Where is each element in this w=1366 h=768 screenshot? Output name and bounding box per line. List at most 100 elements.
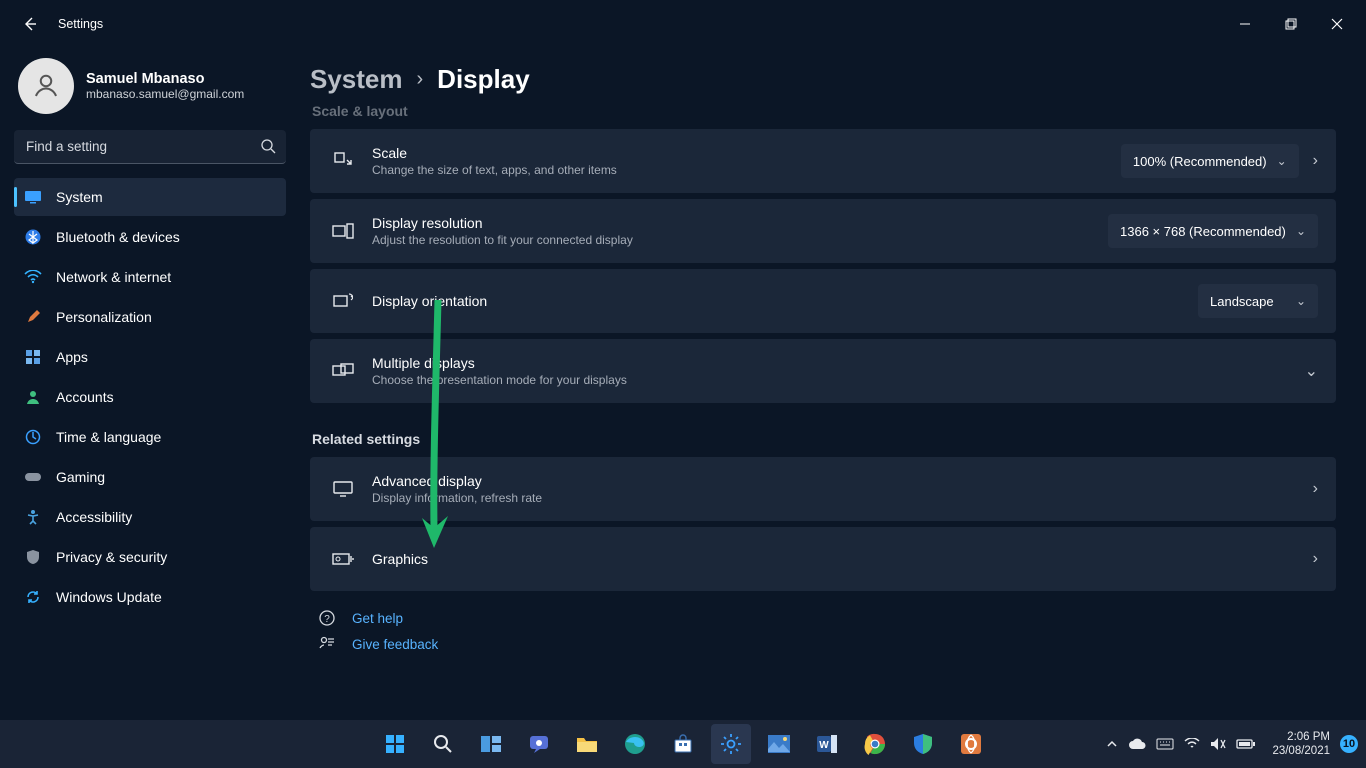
taskbar-word[interactable]: W: [807, 724, 847, 764]
card-subtitle: Change the size of text, apps, and other…: [372, 163, 1121, 177]
paintbrush-icon: [24, 309, 42, 325]
taskbar-app-generic[interactable]: [951, 724, 991, 764]
taskbar-photos[interactable]: [759, 724, 799, 764]
update-icon: [24, 589, 42, 605]
taskbar-chrome[interactable]: [855, 724, 895, 764]
system-tray: 2:06 PM 23/08/2021 10: [1106, 730, 1358, 758]
sidebar-item-time-language[interactable]: Time & language: [14, 418, 286, 456]
chevron-down-icon: ⌄: [1296, 224, 1306, 238]
card-resolution[interactable]: Display resolution Adjust the resolution…: [310, 199, 1336, 263]
orientation-dropdown[interactable]: Landscape ⌄: [1198, 284, 1318, 318]
card-scale[interactable]: Scale Change the size of text, apps, and…: [310, 129, 1336, 193]
close-button[interactable]: [1314, 8, 1360, 40]
clock-time: 2:06 PM: [1272, 730, 1330, 744]
user-block[interactable]: Samuel Mbanaso mbanaso.samuel@gmail.com: [14, 54, 286, 128]
main-content: System › Display Scale & layout Scale Ch…: [300, 48, 1366, 720]
dropdown-value: Landscape: [1210, 294, 1274, 309]
card-title: Graphics: [372, 551, 1313, 567]
taskbar-task-view[interactable]: [471, 724, 511, 764]
accessibility-icon: [24, 509, 42, 525]
card-subtitle: Adjust the resolution to fit your connec…: [372, 233, 1108, 247]
taskbar-clock[interactable]: 2:06 PM 23/08/2021: [1272, 730, 1330, 758]
card-title: Display orientation: [372, 293, 1198, 309]
taskbar-chat[interactable]: [519, 724, 559, 764]
card-advanced-display[interactable]: Advanced display Display information, re…: [310, 457, 1336, 521]
search-wrap: [14, 130, 286, 164]
shield-icon: [24, 549, 42, 565]
section-header-related: Related settings: [312, 431, 1336, 447]
feedback-icon: [316, 635, 338, 653]
wifi-icon: [24, 270, 42, 284]
sidebar-item-accounts[interactable]: Accounts: [14, 378, 286, 416]
taskbar-security[interactable]: [903, 724, 943, 764]
window-controls: [1222, 8, 1360, 40]
chevron-right-icon: ›: [1313, 550, 1318, 568]
minimize-button[interactable]: [1222, 8, 1268, 40]
sidebar-item-apps[interactable]: Apps: [14, 338, 286, 376]
card-title: Advanced display: [372, 473, 1313, 489]
get-help-link[interactable]: Get help: [352, 611, 403, 626]
taskbar-file-explorer[interactable]: [567, 724, 607, 764]
sidebar-item-windows-update[interactable]: Windows Update: [14, 578, 286, 616]
taskbar-edge[interactable]: [615, 724, 655, 764]
start-button[interactable]: [375, 724, 415, 764]
svg-text:?: ?: [324, 614, 330, 625]
arrow-left-icon: [22, 16, 38, 32]
monitor-icon: [328, 481, 358, 497]
sidebar-item-label: Network & internet: [56, 269, 171, 285]
taskbar-store[interactable]: [663, 724, 703, 764]
user-name: Samuel Mbanaso: [86, 71, 244, 87]
app-title: Settings: [58, 17, 103, 31]
card-graphics[interactable]: Graphics ›: [310, 527, 1336, 591]
breadcrumb: System › Display: [310, 58, 1336, 97]
notification-badge[interactable]: 10: [1340, 735, 1358, 753]
taskbar-search[interactable]: [423, 724, 463, 764]
taskbar-settings[interactable]: [711, 724, 751, 764]
card-multiple-displays[interactable]: Multiple displays Choose the presentatio…: [310, 339, 1336, 403]
bluetooth-icon: [24, 229, 42, 245]
help-row-get-help[interactable]: ? Get help: [310, 609, 1336, 627]
chevron-right-icon: ›: [1313, 480, 1318, 498]
sidebar-item-label: Privacy & security: [56, 549, 167, 565]
sidebar-item-network[interactable]: Network & internet: [14, 258, 286, 296]
tray-overflow-icon[interactable]: [1106, 738, 1118, 750]
keyboard-icon[interactable]: [1156, 738, 1174, 750]
help-icon: ?: [316, 609, 338, 627]
card-title: Display resolution: [372, 215, 1108, 231]
sidebar-item-label: Apps: [56, 349, 88, 365]
taskbar-center: W: [375, 724, 991, 764]
search-input[interactable]: [14, 130, 286, 164]
sidebar: Samuel Mbanaso mbanaso.samuel@gmail.com …: [0, 48, 300, 720]
back-button[interactable]: [18, 12, 42, 36]
taskbar: W 2:06 PM 23/08/2021 10: [0, 720, 1366, 768]
sidebar-item-accessibility[interactable]: Accessibility: [14, 498, 286, 536]
chevron-down-icon: ⌄: [1305, 361, 1318, 381]
resolution-dropdown[interactable]: 1366 × 768 (Recommended) ⌄: [1108, 214, 1318, 248]
wifi-tray-icon[interactable]: [1184, 738, 1200, 750]
volume-icon[interactable]: [1210, 737, 1226, 751]
sidebar-item-personalization[interactable]: Personalization: [14, 298, 286, 336]
feedback-link[interactable]: Give feedback: [352, 637, 438, 652]
maximize-button[interactable]: [1268, 8, 1314, 40]
accounts-icon: [24, 389, 42, 405]
chevron-down-icon: ⌄: [1277, 154, 1287, 168]
sidebar-item-privacy[interactable]: Privacy & security: [14, 538, 286, 576]
onedrive-icon[interactable]: [1128, 738, 1146, 750]
chevron-right-icon: ›: [417, 68, 424, 91]
sidebar-item-label: Bluetooth & devices: [56, 229, 180, 245]
dropdown-value: 100% (Recommended): [1133, 154, 1267, 169]
sidebar-item-system[interactable]: System: [14, 178, 286, 216]
help-row-feedback[interactable]: Give feedback: [310, 635, 1336, 653]
nav-list: System Bluetooth & devices Network & int…: [14, 178, 286, 616]
person-icon: [31, 71, 61, 101]
scale-icon: [328, 151, 358, 171]
sidebar-item-gaming[interactable]: Gaming: [14, 458, 286, 496]
card-orientation[interactable]: Display orientation Landscape ⌄: [310, 269, 1336, 333]
sidebar-item-bluetooth[interactable]: Bluetooth & devices: [14, 218, 286, 256]
scale-dropdown[interactable]: 100% (Recommended) ⌄: [1121, 144, 1299, 178]
sidebar-item-label: Gaming: [56, 469, 105, 485]
breadcrumb-parent[interactable]: System: [310, 64, 403, 95]
battery-icon[interactable]: [1236, 738, 1256, 750]
card-title: Scale: [372, 145, 1121, 161]
user-email: mbanaso.samuel@gmail.com: [86, 87, 244, 101]
